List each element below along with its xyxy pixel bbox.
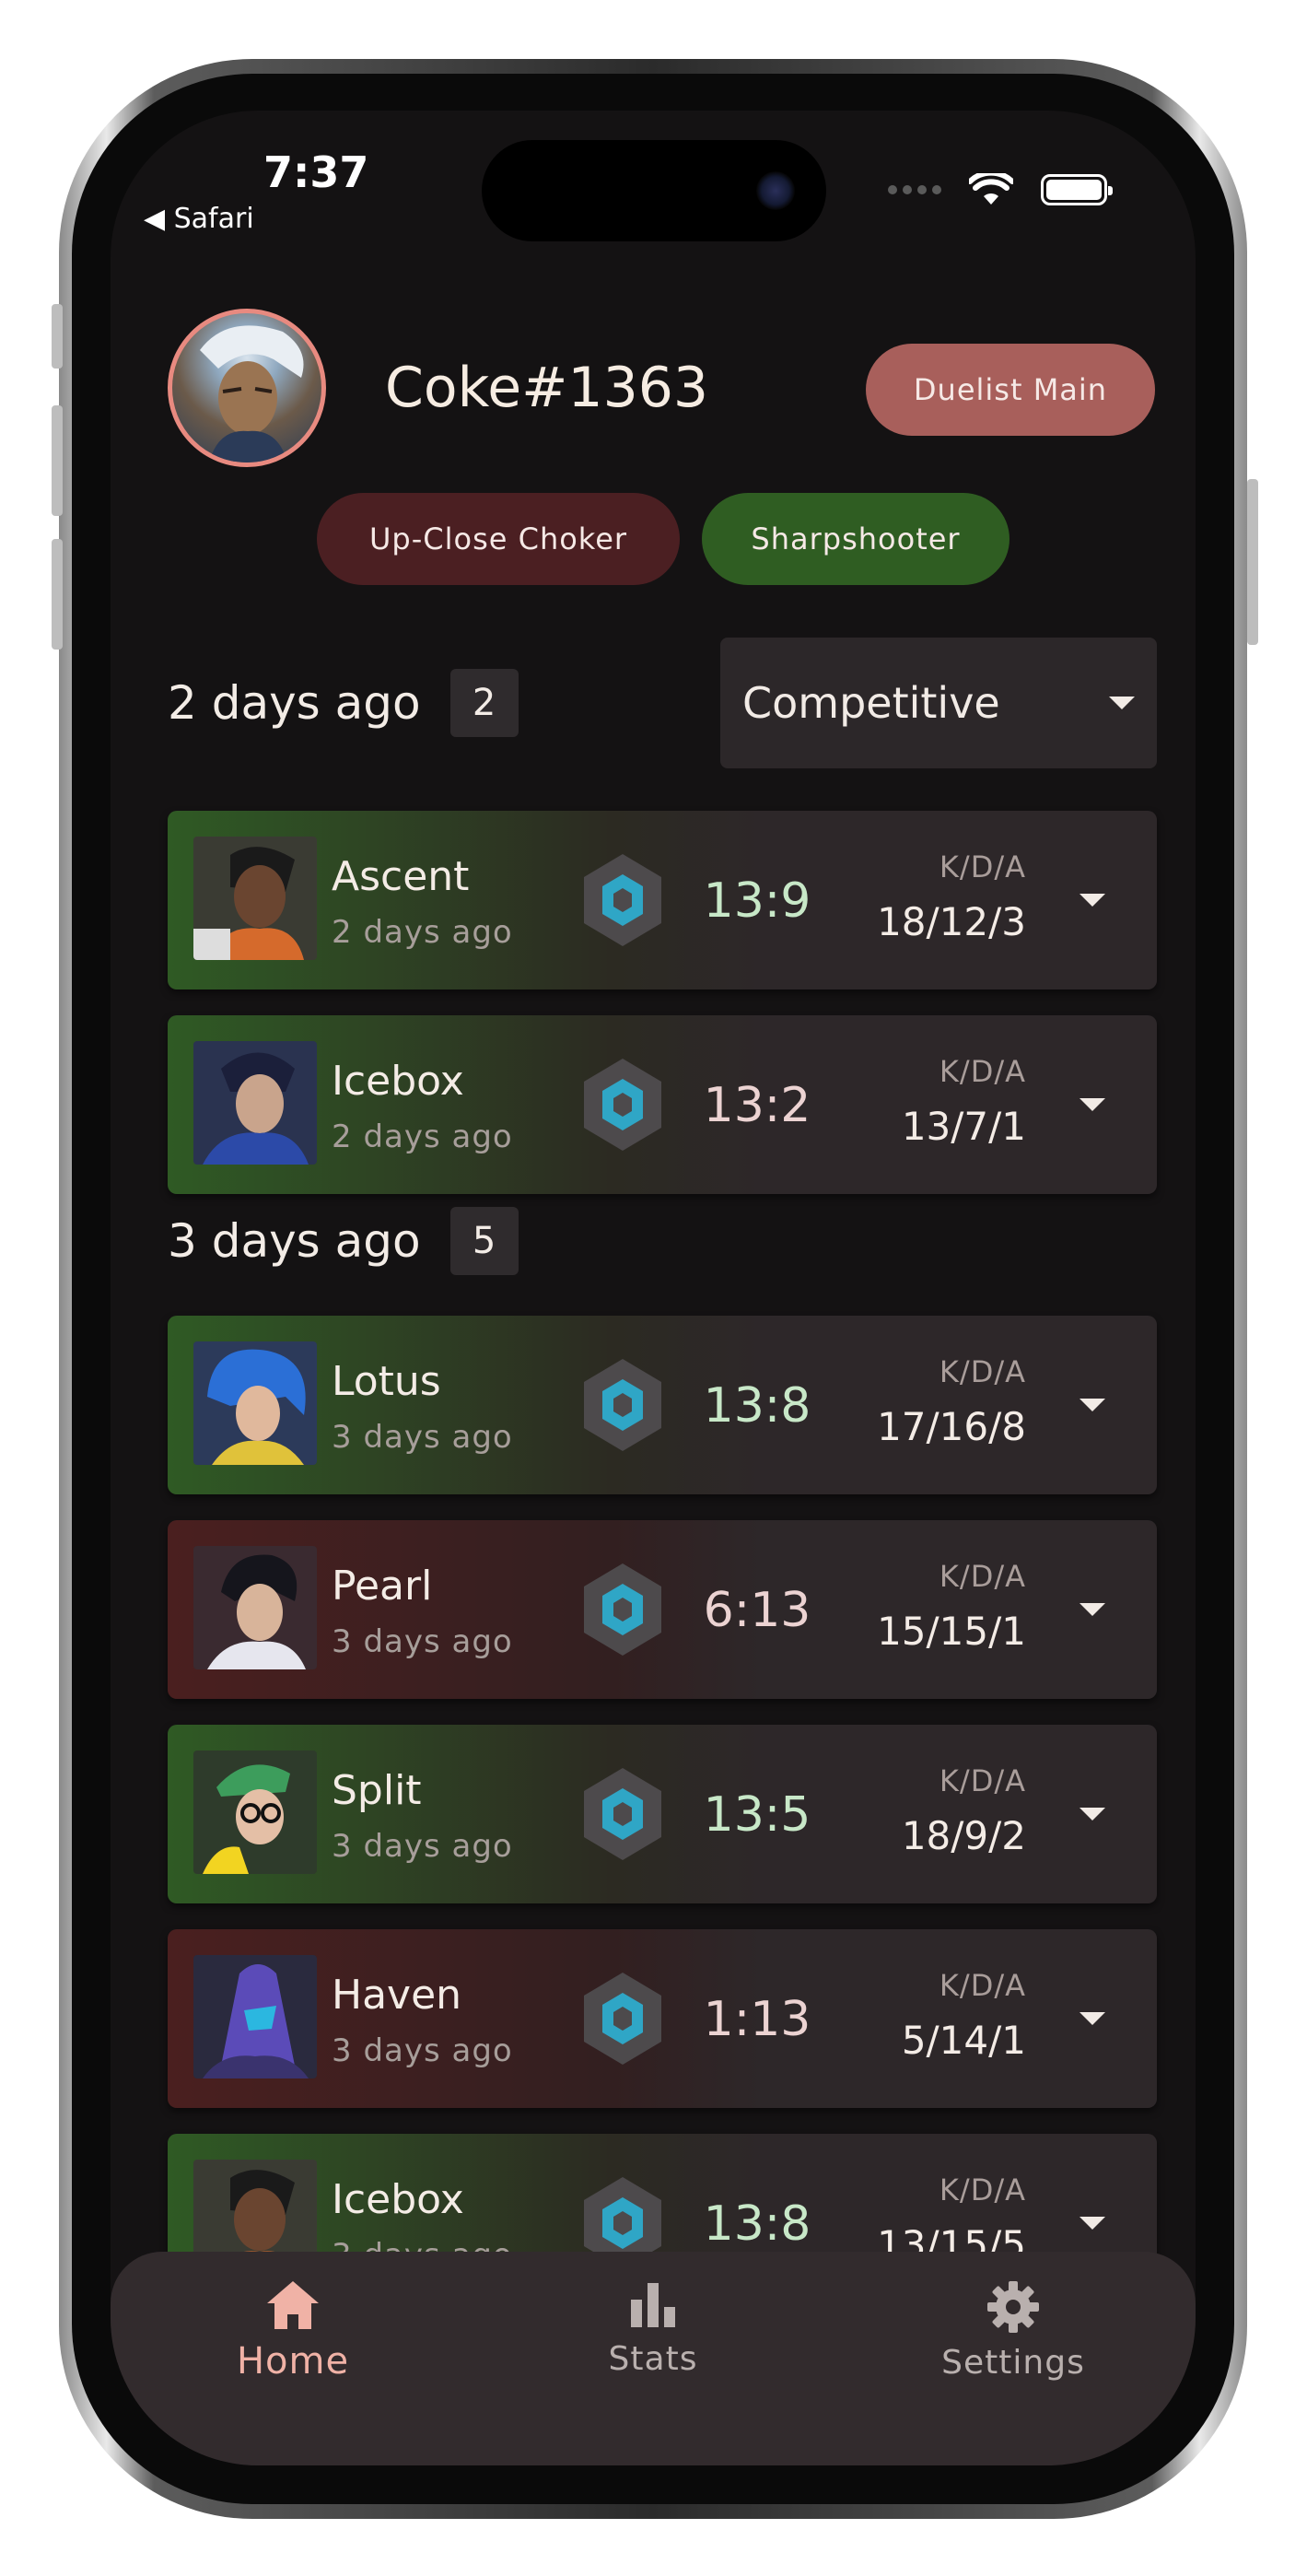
queue-mode-dropdown[interactable]: Competitive [720,638,1157,768]
kda-label: K/D/A [939,849,1026,884]
kda-label: K/D/A [939,1763,1026,1798]
map-name: Ascent [332,853,470,900]
rank-icon [584,1359,661,1451]
kda-value: 5/14/1 [901,2018,1026,2063]
bottom-navigation: Home Stats Settings [111,2252,1196,2465]
kda-label: K/D/A [939,2172,1026,2207]
kda-value: 15/15/1 [877,1609,1026,1654]
chevron-down-icon[interactable] [1079,1399,1105,1413]
match-time-ago: 3 days ago [332,2032,513,2069]
gear-icon [987,2281,1039,2333]
volume-down-button [52,539,63,650]
date-group-header: 2 days ago 2 [168,669,519,737]
rank-icon [584,1059,661,1151]
nav-label-stats: Stats [608,2340,698,2378]
nav-label-settings: Settings [941,2344,1085,2382]
match-score: 13:8 [703,2196,811,2252]
date-group-title: 3 days ago [168,1214,421,1268]
chevron-down-icon [1109,697,1135,709]
bar-chart-icon [631,2283,675,2327]
agent-portrait [193,1751,317,1874]
map-name: Split [332,1767,422,1814]
rank-icon [584,1563,661,1656]
match-score: 13:5 [703,1787,811,1843]
chevron-down-icon[interactable] [1079,1098,1105,1113]
match-card[interactable]: Haven 3 days ago 1:13 K/D/A 5/14/1 [168,1929,1157,2108]
kda-label: K/D/A [939,1968,1026,2003]
kda-label: K/D/A [939,1559,1026,1594]
match-score: 6:13 [703,1583,811,1638]
agent-portrait [193,1041,317,1165]
nav-label-home: Home [236,2340,350,2383]
match-score: 13:2 [703,1078,811,1133]
queue-mode-value: Competitive [742,678,1000,728]
chevron-down-icon[interactable] [1079,1603,1105,1618]
home-icon [267,2281,319,2329]
match-card[interactable]: Ascent 2 days ago 13:9 K/D/A 18/12/3 [168,811,1157,989]
match-count-badge: 2 [449,669,519,737]
player-username: Coke#1363 [385,356,709,420]
nav-item-home[interactable]: Home [182,2279,403,2383]
match-card[interactable]: Icebox 2 days ago 13:2 K/D/A 13/7/1 [168,1015,1157,1194]
wifi-icon [969,173,1013,205]
kda-value: 18/12/3 [877,899,1026,944]
battery-icon [1041,174,1113,205]
playstyle-tag[interactable]: Up-Close Choker [317,493,680,585]
nav-item-stats[interactable]: Stats [543,2279,764,2378]
chevron-down-icon[interactable] [1079,2012,1105,2027]
map-name: Haven [332,1972,462,2019]
chevron-down-icon[interactable] [1079,1808,1105,1822]
power-button [1247,479,1258,645]
agent-portrait [193,837,317,960]
status-indicators [888,173,1113,206]
rank-icon [584,854,661,946]
nav-item-settings[interactable]: Settings [903,2279,1124,2382]
status-time: 7:37 [263,147,369,197]
match-time-ago: 3 days ago [332,1623,513,1660]
back-to-safari-link[interactable]: ◀ Safari [144,203,254,235]
match-card[interactable]: Pearl 3 days ago 6:13 K/D/A 15/15/1 [168,1520,1157,1699]
kda-value: 13/7/1 [901,1104,1026,1149]
camera-icon [756,171,795,210]
match-time-ago: 2 days ago [332,1118,513,1155]
map-name: Pearl [332,1563,433,1610]
app-screen: 7:37 ◀ Safari Coke#1363 Duelist Main Up-… [111,111,1196,2465]
chevron-down-icon[interactable] [1079,2217,1105,2231]
cellular-signal-icon [888,185,941,194]
player-avatar[interactable] [168,309,326,467]
match-card[interactable]: Lotus 3 days ago 13:8 K/D/A 17/16/8 [168,1316,1157,1494]
dynamic-island [482,140,826,241]
kda-label: K/D/A [939,1054,1026,1089]
date-group-header: 3 days ago 5 [168,1207,519,1275]
match-score: 13:8 [703,1378,811,1434]
match-count-badge: 5 [449,1207,519,1275]
chevron-down-icon[interactable] [1079,894,1105,908]
kda-label: K/D/A [939,1354,1026,1389]
action-button [52,304,63,369]
map-name: Lotus [332,1358,441,1405]
kda-value: 18/9/2 [901,1813,1026,1858]
playstyle-tag[interactable]: Sharpshooter [702,493,1009,585]
agent-portrait [193,1546,317,1669]
agent-portrait [193,1341,317,1465]
match-card[interactable]: Split 3 days ago 13:5 K/D/A 18/9/2 [168,1725,1157,1903]
match-time-ago: 3 days ago [332,1828,513,1865]
match-score: 13:9 [703,873,811,929]
map-name: Icebox [332,2176,464,2223]
match-time-ago: 3 days ago [332,1419,513,1456]
role-badge[interactable]: Duelist Main [866,344,1155,436]
rank-icon [584,1973,661,2065]
map-name: Icebox [332,1058,464,1105]
match-time-ago: 2 days ago [332,914,513,951]
agent-portrait [193,1955,317,2078]
match-score: 1:13 [703,1992,811,2047]
volume-up-button [52,405,63,516]
kda-value: 17/16/8 [877,1404,1026,1449]
rank-icon [584,1768,661,1860]
date-group-title: 2 days ago [168,676,421,730]
